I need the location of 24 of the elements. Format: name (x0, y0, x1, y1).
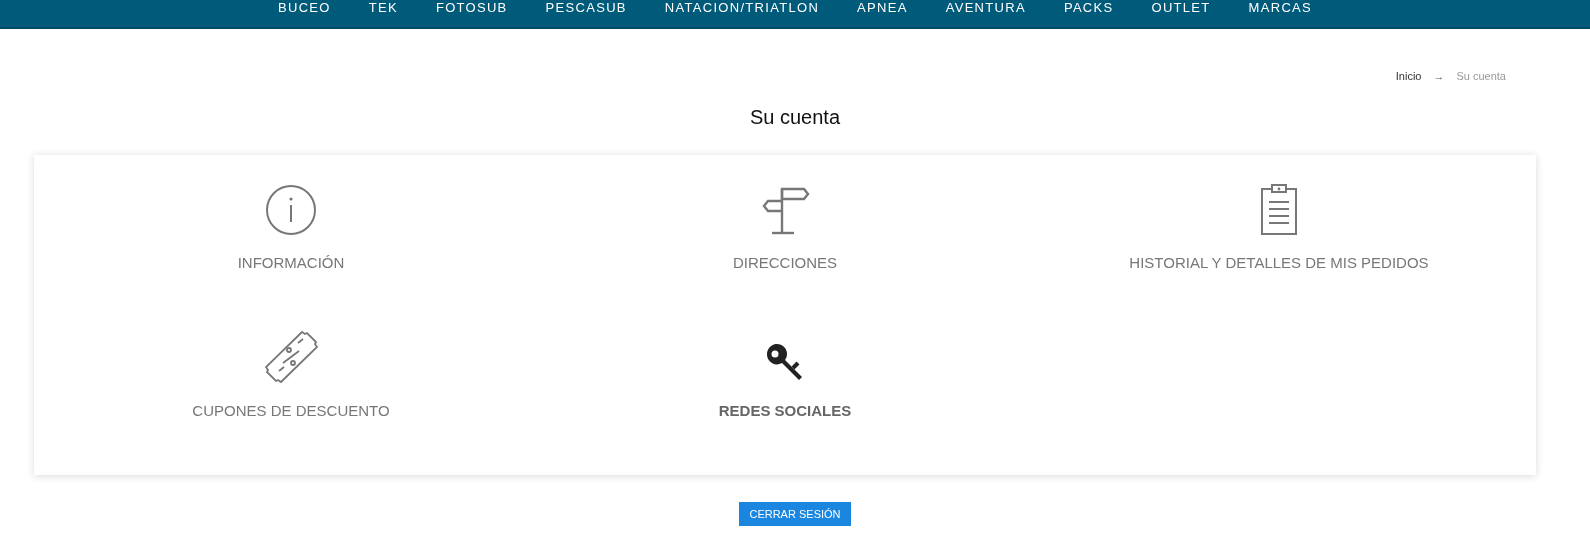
signpost-icon[interactable] (760, 186, 810, 236)
nav-link[interactable]: FOTOSUB (416, 0, 527, 15)
clipboard-icon[interactable] (1259, 184, 1299, 236)
account-link[interactable]: CUPONES DE DESCUENTO (192, 402, 390, 419)
account-link[interactable]: HISTORIAL Y DETALLES DE MIS PEDIDOS (1129, 254, 1429, 271)
account-link[interactable]: INFORMACIÓN (237, 254, 345, 271)
breadcrumb-separator: → (1433, 70, 1445, 82)
account-link[interactable]: REDES SOCIALES (718, 402, 852, 419)
info-icon[interactable] (265, 184, 317, 236)
nav-link[interactable]: APNEA (838, 0, 927, 15)
nav-link[interactable]: OUTLET (1132, 0, 1230, 15)
coupon-icon[interactable] (264, 330, 318, 384)
breadcrumb-link[interactable]: Inicio (1395, 70, 1422, 82)
nav-link[interactable]: TEK (349, 0, 417, 15)
nav-link[interactable]: NATACION/TRIATLON (645, 0, 839, 15)
page-title: Su cuenta (748, 106, 842, 129)
nav-link[interactable]: PESCASUB (526, 0, 646, 15)
nav-link[interactable]: MARCAS (1229, 0, 1331, 15)
nav-link[interactable]: BUCEO (258, 0, 350, 15)
account-link[interactable]: DIRECCIONES (732, 254, 838, 271)
breadcrumb-current: Su cuenta (1456, 70, 1506, 82)
nav-link[interactable]: PACKS (1044, 0, 1133, 15)
logout-button[interactable]: CERRAR SESIÓN (739, 502, 851, 526)
nav-link[interactable]: AVENTURA (926, 0, 1045, 15)
